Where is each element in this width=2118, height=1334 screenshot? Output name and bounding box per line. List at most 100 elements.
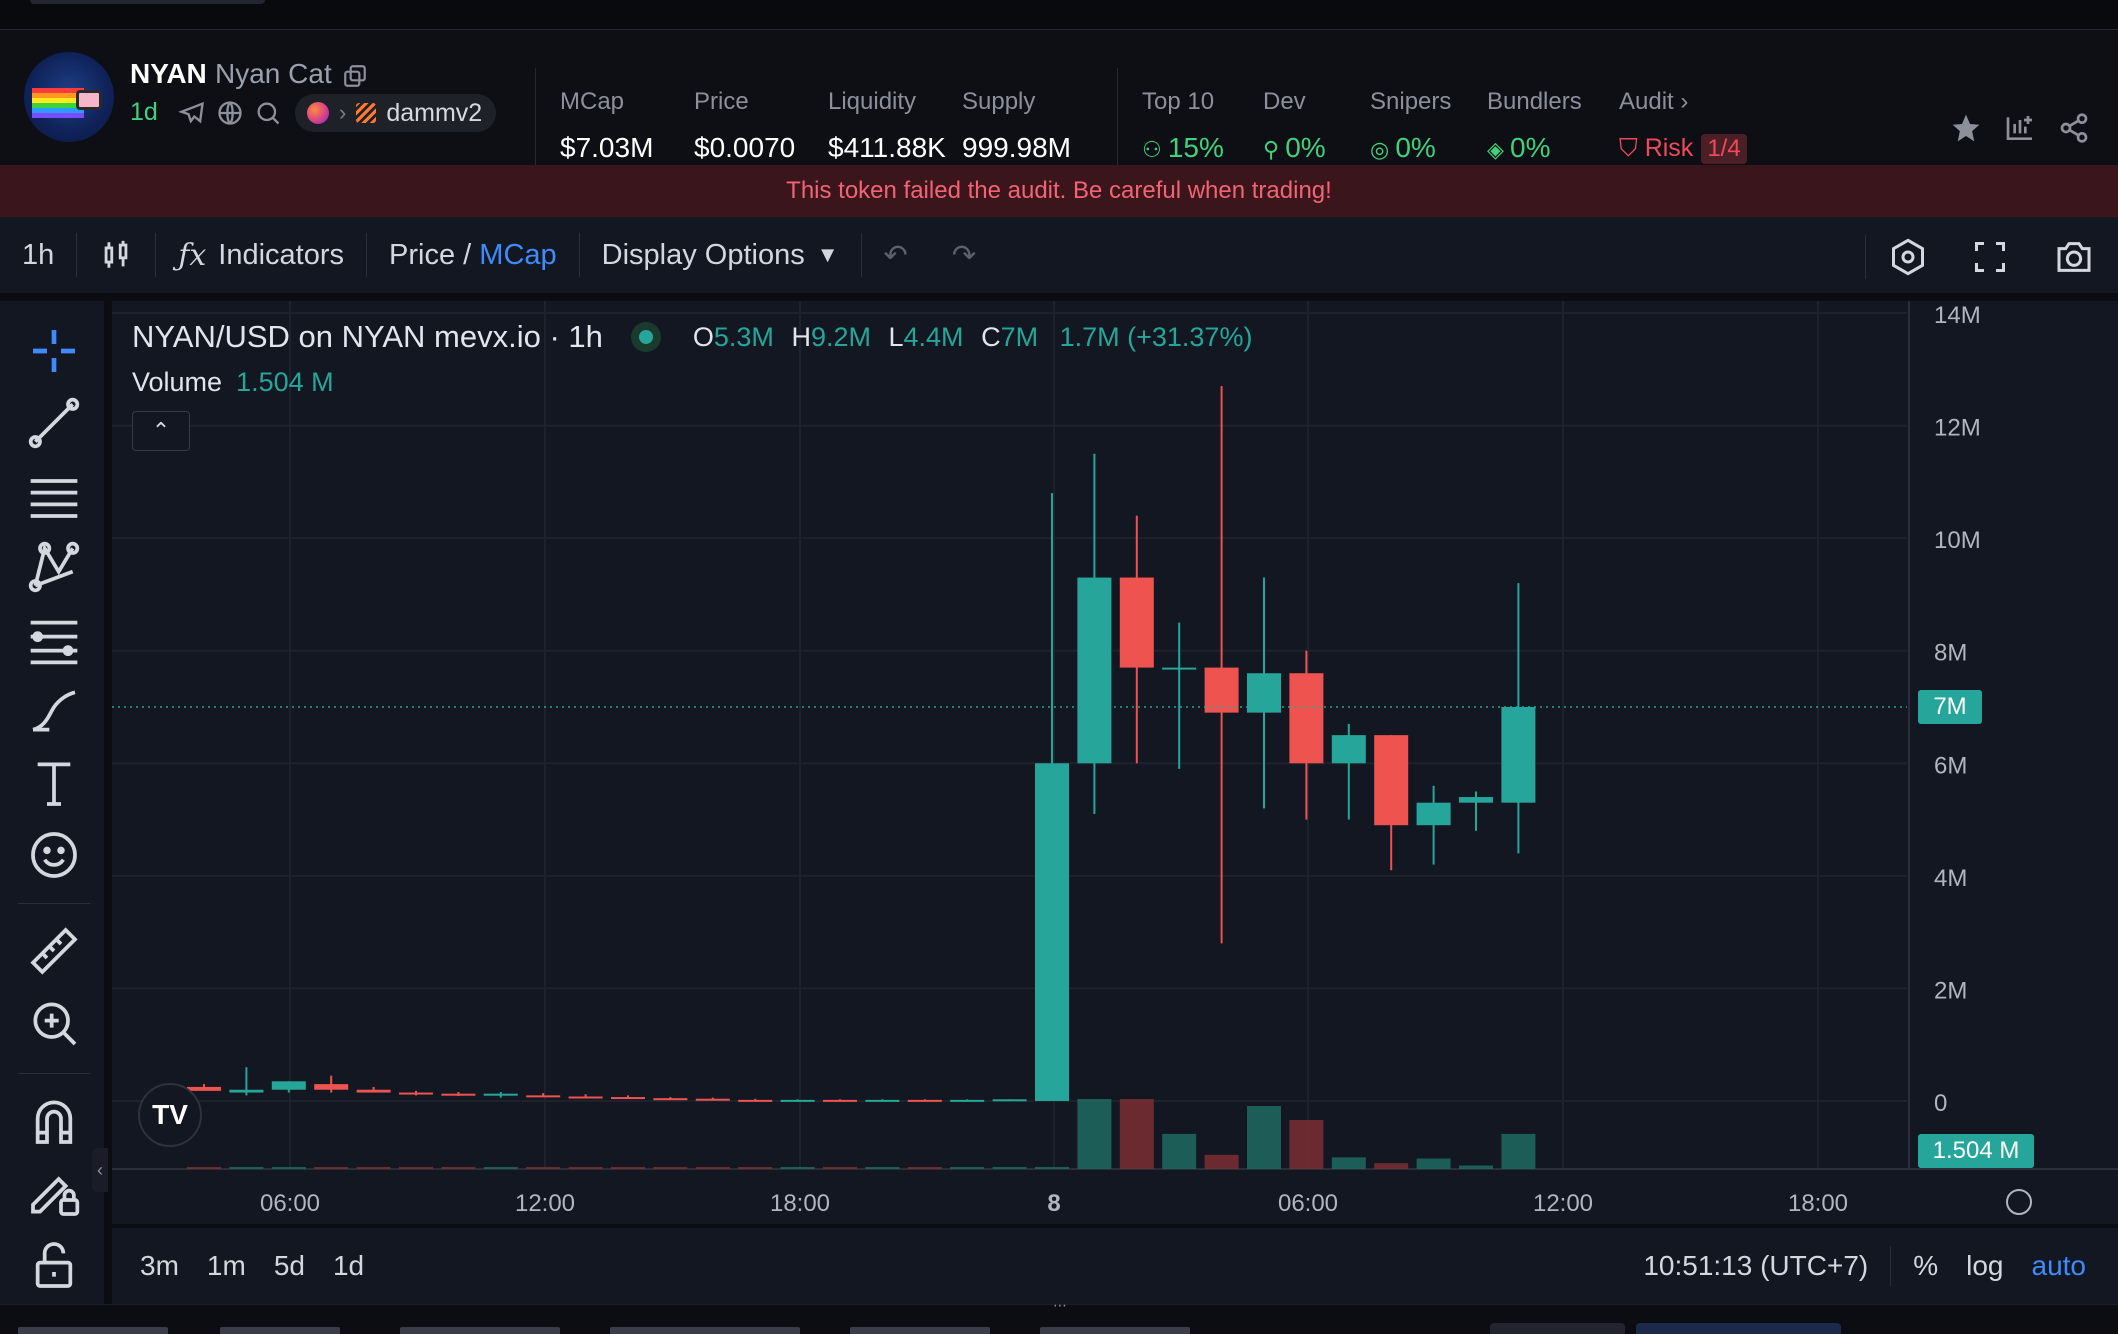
- display-options-label: Display Options: [601, 238, 805, 271]
- interval-selector[interactable]: 1h: [0, 215, 76, 295]
- star-icon[interactable]: [1950, 112, 1982, 144]
- y-tick-label: 2M: [1934, 977, 1967, 1004]
- lock-pencil-icon[interactable]: [26, 1165, 82, 1221]
- magnet-icon[interactable]: [26, 1093, 82, 1149]
- candle-body: [526, 1095, 561, 1098]
- fullscreen-button[interactable]: [1950, 217, 2030, 297]
- volume-bar: [1331, 1157, 1366, 1169]
- x-tick-label: 18:00: [770, 1190, 830, 1217]
- settings-button[interactable]: [1866, 217, 1950, 297]
- volume-tag: 1.504 M: [1918, 1134, 2034, 1168]
- low-value: 4.4M: [903, 321, 964, 352]
- candle-body: [992, 1099, 1027, 1102]
- volume-bar: [314, 1167, 349, 1169]
- clock[interactable]: 10:51:13 (UTC+7): [1629, 1250, 1882, 1282]
- search-icon[interactable]: [254, 99, 282, 127]
- chart-type-button[interactable]: [77, 215, 155, 295]
- tradingview-logo[interactable]: TV: [138, 1083, 202, 1147]
- supply-value: 999.98M: [962, 132, 1071, 163]
- collapse-toolbar-button[interactable]: ‹: [92, 1148, 108, 1192]
- range-1m[interactable]: 1m: [193, 1250, 260, 1282]
- display-options-button[interactable]: Display Options ▼: [580, 215, 861, 295]
- x-tick-label: 12:00: [515, 1190, 575, 1217]
- price-chart[interactable]: 14M 12M 10M 8M 6M 4M 2M 0 06:00 12:00 18:00 8 06:00 1…: [112, 301, 2118, 1224]
- ohlc-values: O5.3M H9.2M L4.4M C7M 1.7M (+31.37%): [693, 322, 1253, 353]
- candle-body: [229, 1089, 264, 1093]
- log-toggle[interactable]: log: [1952, 1250, 2017, 1282]
- token-links: [178, 96, 282, 130]
- liquidity-value: $411.88K: [828, 132, 946, 163]
- slash: /: [455, 238, 480, 271]
- x-tick-label: 12:00: [1533, 1190, 1593, 1217]
- zoom-in-icon[interactable]: [26, 995, 82, 1051]
- crosshair-icon[interactable]: [26, 323, 82, 379]
- volume-bar: [1416, 1158, 1451, 1169]
- pool-pill[interactable]: › dammv2: [295, 94, 497, 132]
- close-label: C: [981, 321, 1001, 352]
- range-5d[interactable]: 5d: [260, 1250, 319, 1282]
- top-strip: [0, 0, 2118, 30]
- emoji-icon[interactable]: [26, 827, 82, 883]
- y-tick-label: 10M: [1934, 527, 1981, 554]
- price-value: $0.0070: [694, 132, 796, 163]
- redo-icon: ↷: [951, 239, 977, 272]
- candle-body: [441, 1093, 476, 1096]
- globe-icon[interactable]: [216, 99, 244, 127]
- volume-bar: [1035, 1167, 1069, 1169]
- collapse-legend-button[interactable]: ⌃: [132, 411, 190, 451]
- function-icon: ƒx: [178, 237, 207, 273]
- percent-toggle[interactable]: %: [1899, 1250, 1952, 1282]
- volume-bar: [1501, 1133, 1536, 1169]
- user-icon: ⚲: [1263, 137, 1286, 162]
- dex-logo-icon: [307, 102, 329, 124]
- pattern-icon[interactable]: [26, 539, 82, 595]
- dev-label: Dev: [1263, 88, 1306, 115]
- text-icon[interactable]: [26, 755, 82, 811]
- chart-canvas[interactable]: 14M 12M 10M 8M 6M 4M 2M 0 06:00 12:00 18:00 8 06:00 1…: [112, 301, 2118, 1224]
- copy-icon[interactable]: [342, 63, 368, 89]
- range-1d[interactable]: 1d: [319, 1250, 378, 1282]
- volume-bar: [187, 1167, 221, 1169]
- volume-bar: [1119, 1099, 1154, 1169]
- resize-grip-icon[interactable]: ⋯: [1048, 1298, 1072, 1312]
- candles-icon: [104, 240, 128, 268]
- volume-bar: [992, 1167, 1027, 1169]
- price-option[interactable]: Price: [389, 239, 455, 271]
- chevron-up-icon: ⌃: [151, 418, 171, 443]
- auto-toggle[interactable]: auto: [2018, 1250, 2101, 1282]
- volume-bar: [907, 1167, 942, 1169]
- header-actions: [1950, 112, 2090, 144]
- indicators-button[interactable]: ƒx Indicators: [156, 215, 366, 295]
- ruler-icon[interactable]: [26, 923, 82, 979]
- chevron-left-icon: ‹: [97, 1160, 103, 1180]
- redo-button[interactable]: ↷: [930, 215, 998, 295]
- undo-button[interactable]: ↶: [862, 215, 930, 295]
- candle-body: [271, 1081, 306, 1090]
- audit-label[interactable]: Audit ›: [1619, 88, 1688, 116]
- axis-settings-icon[interactable]: [2006, 1189, 2032, 1215]
- candle-body: [356, 1089, 391, 1093]
- y-tick-label: 8M: [1934, 640, 1967, 667]
- screenshot-button[interactable]: [2030, 217, 2118, 297]
- brush-icon[interactable]: [26, 683, 82, 739]
- volume-bar: [950, 1167, 985, 1169]
- volume-bar: [1077, 1099, 1112, 1169]
- compare-chart-icon[interactable]: [2004, 112, 2036, 144]
- range-3m[interactable]: 3m: [126, 1250, 193, 1282]
- volume-bar: [229, 1167, 264, 1169]
- price-mcap-toggle[interactable]: Price / MCap: [367, 215, 579, 295]
- volume-bar: [526, 1167, 561, 1169]
- fib-icon[interactable]: [26, 611, 82, 667]
- horizontal-lines-icon[interactable]: [26, 467, 82, 523]
- unlock-icon[interactable]: [26, 1237, 82, 1293]
- supply-label: Supply: [962, 88, 1036, 115]
- y-tick-label: 12M: [1934, 415, 1981, 442]
- mcap-option[interactable]: MCap: [479, 239, 556, 271]
- crosshair-icon: ◎: [1370, 137, 1396, 162]
- telegram-icon[interactable]: [178, 99, 206, 127]
- candle-body: [695, 1098, 730, 1101]
- x-tick-label: 18:00: [1788, 1190, 1848, 1217]
- candle-body: [1501, 707, 1536, 803]
- trend-line-icon[interactable]: [26, 395, 82, 451]
- share-icon[interactable]: [2058, 112, 2090, 144]
